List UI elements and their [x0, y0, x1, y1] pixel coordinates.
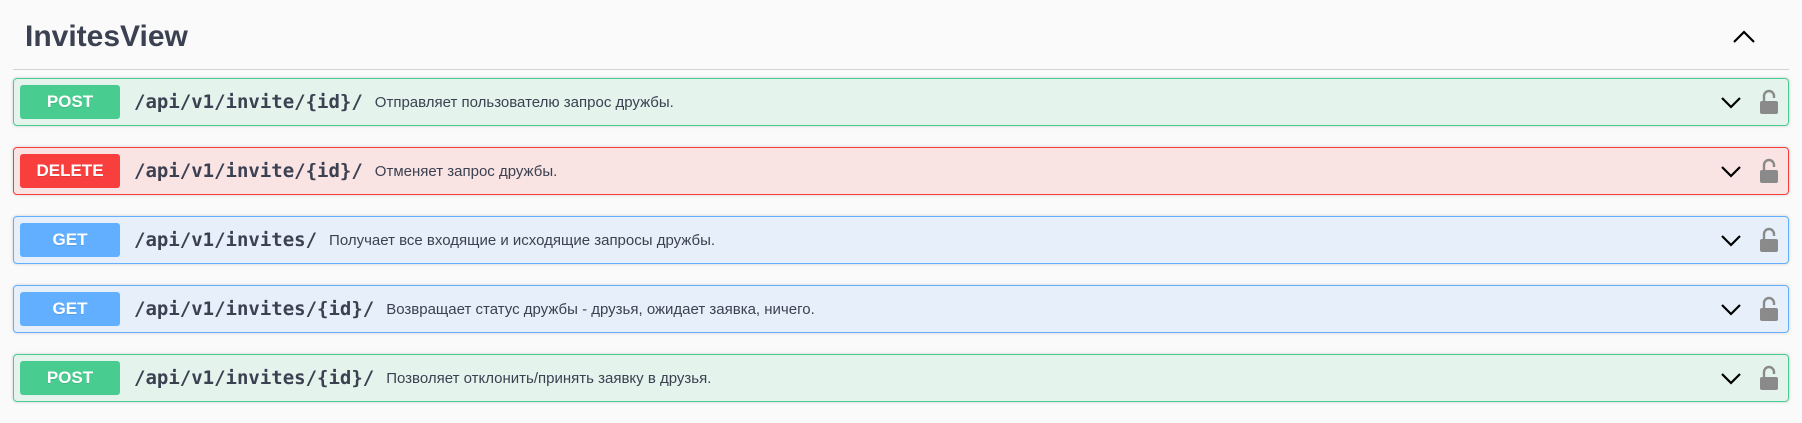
operation-path: /api/v1/invite/{id}/ [134, 91, 363, 113]
operation-icons [1718, 355, 1780, 401]
operation-icons [1718, 148, 1780, 194]
unlocked-lock-icon[interactable] [1758, 296, 1780, 322]
chevron-down-icon[interactable] [1718, 365, 1744, 391]
operation-path: /api/v1/invites/{id}/ [134, 367, 375, 389]
method-badge: POST [20, 85, 120, 119]
chevron-down-icon[interactable] [1718, 158, 1744, 184]
operation-description: Возвращает статус дружбы - друзья, ожида… [386, 300, 815, 318]
operation-post-invite-response[interactable]: POST /api/v1/invites/{id}/ Позволяет отк… [13, 354, 1789, 402]
method-badge: DELETE [20, 154, 120, 188]
chevron-down-icon[interactable] [1718, 89, 1744, 115]
operation-description: Позволяет отклонить/принять заявку в дру… [386, 369, 712, 387]
operation-path: /api/v1/invites/ [134, 229, 318, 251]
unlocked-lock-icon[interactable] [1758, 365, 1780, 391]
chevron-up-icon[interactable] [1729, 22, 1759, 52]
operation-icons [1718, 79, 1780, 125]
operation-get-invite-status[interactable]: GET /api/v1/invites/{id}/ Возвращает ста… [13, 285, 1789, 333]
chevron-down-icon[interactable] [1718, 296, 1744, 322]
chevron-down-icon[interactable] [1718, 227, 1744, 253]
operation-icons [1718, 217, 1780, 263]
operation-delete-invite[interactable]: DELETE /api/v1/invite/{id}/ Отменяет зап… [13, 147, 1789, 195]
unlocked-lock-icon[interactable] [1758, 158, 1780, 184]
operation-path: /api/v1/invites/{id}/ [134, 298, 375, 320]
operation-description: Отменяет запрос дружбы. [374, 162, 558, 180]
section-header[interactable]: InvitesView [13, 0, 1789, 70]
operation-get-invites[interactable]: GET /api/v1/invites/ Получает все входящ… [13, 216, 1789, 264]
method-badge: GET [20, 223, 120, 257]
unlocked-lock-icon[interactable] [1758, 227, 1780, 253]
method-badge: POST [20, 361, 120, 395]
operation-icons [1718, 286, 1780, 332]
operation-path: /api/v1/invite/{id}/ [134, 160, 363, 182]
operation-post-invite[interactable]: POST /api/v1/invite/{id}/ Отправляет пол… [13, 78, 1789, 126]
invites-view-section: InvitesView POST /api/v1/invite/{id}/ От… [13, 0, 1789, 423]
method-badge: GET [20, 292, 120, 326]
operation-description: Получает все входящие и исходящие запрос… [329, 231, 716, 249]
unlocked-lock-icon[interactable] [1758, 89, 1780, 115]
section-title: InvitesView [25, 20, 188, 53]
operation-description: Отправляет пользователю запрос дружбы. [374, 93, 674, 111]
